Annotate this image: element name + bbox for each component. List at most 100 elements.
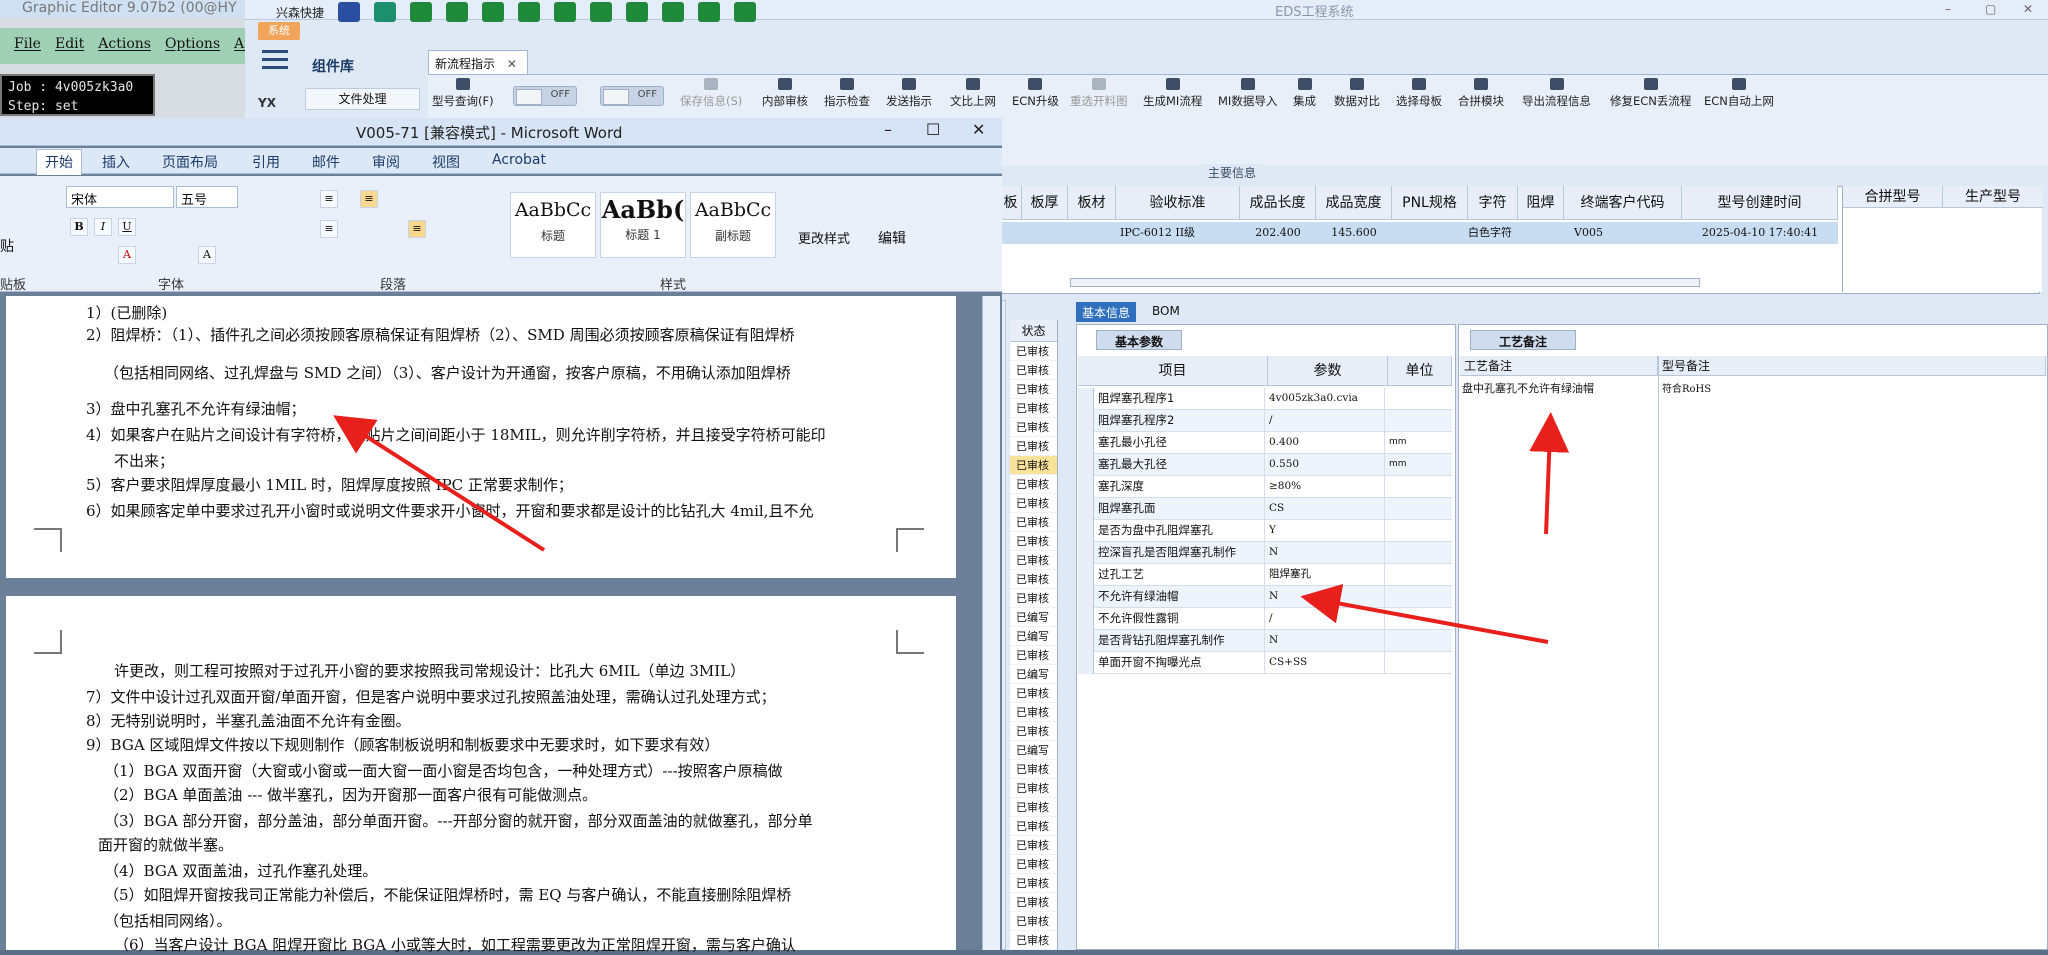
col-header-model-note[interactable]: 型号备注 xyxy=(1658,356,2046,376)
select-master-button[interactable]: 选择母板 xyxy=(1396,78,1442,118)
row-indicator[interactable] xyxy=(1078,542,1094,564)
numbering-icon[interactable]: ≡ xyxy=(360,190,378,208)
paste-label[interactable]: 贴 xyxy=(0,236,14,256)
document-line[interactable]: 3）盘中孔塞孔不允许有绿油帽； xyxy=(86,398,306,419)
col-header-acceptance[interactable]: 验收标准 xyxy=(1116,186,1240,220)
param-value[interactable]: 0.550 xyxy=(1264,454,1384,476)
align-left-icon[interactable]: ≡ xyxy=(320,220,338,238)
document-line[interactable]: （6）当客户设计 BGA 阻焊开窗比 BGA 小或等大时，如工程需要更改为正常阻… xyxy=(114,934,796,955)
user-icon[interactable] xyxy=(590,2,613,22)
editing-button[interactable]: 编辑 xyxy=(878,228,906,248)
document-line[interactable]: 面开窗的就做半塞。 xyxy=(98,834,233,855)
param-row[interactable]: 塞孔最小孔径 0.400 mm xyxy=(1078,432,1452,454)
status-item[interactable]: 已审核 xyxy=(1010,703,1057,722)
param-value[interactable]: N xyxy=(1264,542,1384,564)
param-value[interactable]: / xyxy=(1264,410,1384,432)
param-value[interactable]: CS xyxy=(1264,498,1384,520)
tab-insert[interactable]: 插入 xyxy=(102,152,130,172)
row-indicator[interactable] xyxy=(1078,432,1094,454)
document-line[interactable]: （1）BGA 双面开窗（大窗或小窗或一面大窗一面小窗是否均包含，一种处理方式）-… xyxy=(104,760,783,781)
col-header-width[interactable]: 成品宽度 xyxy=(1316,186,1392,220)
document-line[interactable]: （4）BGA 双面盖油，过孔作塞孔处理。 xyxy=(104,860,377,881)
windows-icon[interactable] xyxy=(698,2,721,22)
col-header-solder[interactable]: 阻焊 xyxy=(1518,186,1564,220)
data-compare-button[interactable]: 数据对比 xyxy=(1334,78,1380,118)
document-line[interactable]: 9）BGA 区域阻焊文件按以下规则制作（顾客制板说明和制板要求中无要求时，如下要… xyxy=(86,734,719,755)
tab-process-notes[interactable]: 工艺备注 xyxy=(1470,330,1577,350)
param-value[interactable]: 阻焊塞孔 xyxy=(1264,564,1384,586)
ecn-upgrade-button[interactable]: ECN升级 xyxy=(1012,78,1059,118)
document-line[interactable]: 7）文件中设计过孔双面开窗/单面开窗，但是客户说明中要求过孔按照盖油处理，需确认… xyxy=(86,686,776,707)
status-item[interactable]: 已审核 xyxy=(1010,931,1057,950)
status-item[interactable]: 已编写 xyxy=(1010,608,1057,627)
model-query-button[interactable]: 型号查询(F) xyxy=(432,78,494,118)
status-item[interactable]: 已审核 xyxy=(1010,380,1057,399)
document-line[interactable]: 6）如果顾客定单中要求过孔开小窗时或说明文件要求开小窗时，开窗和要求都是设计的比… xyxy=(86,500,813,521)
tab-references[interactable]: 引用 xyxy=(252,152,280,172)
system-tab[interactable]: 系统 xyxy=(258,22,300,40)
row-indicator[interactable] xyxy=(1078,454,1094,476)
status-item[interactable]: 已审核 xyxy=(1010,418,1057,437)
generate-mi-button[interactable]: 生成MI流程 xyxy=(1143,78,1202,118)
tab-mailings[interactable]: 邮件 xyxy=(312,152,340,172)
status-header[interactable]: 状态 xyxy=(1010,320,1057,342)
row-indicator[interactable] xyxy=(1078,498,1094,520)
col-header-item[interactable]: 项目 xyxy=(1078,356,1268,386)
document-line[interactable]: 8）无特别说明时，半塞孔盖油面不允许有金圈。 xyxy=(86,710,411,731)
copy-icon[interactable] xyxy=(518,2,541,22)
status-item[interactable]: 已审核 xyxy=(1010,342,1057,361)
bold-icon[interactable]: B xyxy=(70,218,88,236)
document-line[interactable]: （5）如阻焊开窗按我司正常能力补偿后，不能保证阻焊桥时，需 EQ 与客户确认，不… xyxy=(104,884,791,905)
col-header-material[interactable]: 板材 xyxy=(1068,186,1116,220)
instruction-check-button[interactable]: 指示检查 xyxy=(824,78,870,118)
horizontal-scrollbar[interactable] xyxy=(1070,278,1700,287)
col-header-process-note[interactable]: 工艺备注 xyxy=(1460,356,1658,376)
status-item[interactable]: 已审核 xyxy=(1010,437,1057,456)
send-instruction-button[interactable]: 发送指示 xyxy=(886,78,932,118)
param-value[interactable]: Y xyxy=(1264,520,1384,542)
close-button[interactable]: ✕ xyxy=(2023,2,2033,16)
tab-new-process[interactable]: 新流程指示 ✕ xyxy=(428,50,528,74)
file-process-button[interactable]: 文件处理 xyxy=(305,88,420,110)
close-icon[interactable]: ✕ xyxy=(507,57,517,71)
cut-icon[interactable] xyxy=(446,2,469,22)
document-line[interactable]: （3）BGA 部分开窗，部分盖油，部分单面开窗。---开部分窗的就开窗，部分双面… xyxy=(104,810,813,831)
col-header-created[interactable]: 型号创建时间 xyxy=(1682,186,1838,220)
status-item[interactable]: 已审核 xyxy=(1010,513,1057,532)
process-note-text[interactable]: 盘中孔塞孔不允许有绿油帽 xyxy=(1462,380,1594,396)
status-item[interactable]: 已编写 xyxy=(1010,741,1057,760)
status-item[interactable]: 已审核 xyxy=(1010,551,1057,570)
underline-icon[interactable]: U xyxy=(118,218,136,236)
status-item[interactable]: 已审核 xyxy=(1010,570,1057,589)
param-row[interactable]: 阻焊塞孔程序1 4v005zk3a0.cvia xyxy=(1078,388,1452,410)
search-icon[interactable] xyxy=(338,2,361,22)
document-line[interactable]: 5）客户要求阻焊厚度最小 1MIL 时，阻焊厚度按照 IPC 正常要求制作； xyxy=(86,474,573,495)
status-item[interactable]: 已审核 xyxy=(1010,779,1057,798)
italic-icon[interactable]: I xyxy=(94,218,112,236)
status-item[interactable]: 已审核 xyxy=(1010,456,1057,475)
col-header-production-model[interactable]: 生产型号 xyxy=(1943,186,2043,208)
param-row[interactable]: 控深盲孔是否阻焊塞孔制作 N xyxy=(1078,542,1452,564)
status-item[interactable]: 已审核 xyxy=(1010,836,1057,855)
style-heading[interactable]: AaBbCc 标题 xyxy=(510,192,596,258)
clipboard-icon[interactable] xyxy=(734,2,757,22)
param-row[interactable]: 塞孔深度 ≥80% xyxy=(1078,476,1452,498)
row-indicator[interactable] xyxy=(1078,630,1094,652)
row-indicator[interactable] xyxy=(1078,652,1094,674)
word-minimize-button[interactable]: – xyxy=(884,120,892,139)
status-item[interactable]: 已审核 xyxy=(1010,874,1057,893)
chart-icon[interactable] xyxy=(626,2,649,22)
font-size-select[interactable]: 五号 xyxy=(176,186,238,208)
row-indicator[interactable] xyxy=(1078,388,1094,410)
param-value[interactable]: 4v005zk3a0.cvia xyxy=(1264,388,1384,410)
internal-review-button[interactable]: 内部审核 xyxy=(762,78,808,118)
param-value[interactable]: / xyxy=(1264,608,1384,630)
param-row[interactable]: 不允许假性露铜 / xyxy=(1078,608,1452,630)
toggle-switch-1[interactable]: OFF xyxy=(513,86,577,106)
row-indicator[interactable] xyxy=(1078,520,1094,542)
status-item[interactable]: 已审核 xyxy=(1010,817,1057,836)
row-indicator[interactable] xyxy=(1078,564,1094,586)
param-row[interactable]: 阻焊塞孔程序2 / xyxy=(1078,410,1452,432)
integrate-button[interactable]: 集成 xyxy=(1293,78,1316,118)
help-icon[interactable] xyxy=(374,2,397,22)
